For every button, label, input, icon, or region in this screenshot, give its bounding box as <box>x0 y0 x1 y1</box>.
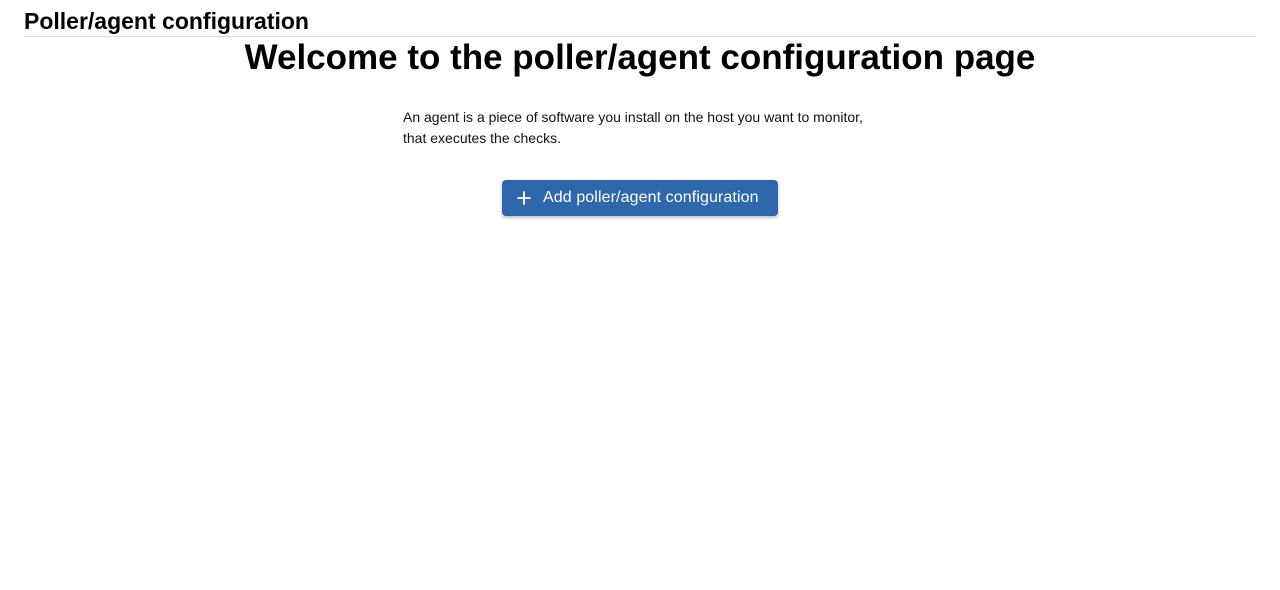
description-line-2: that executes the checks. <box>403 130 561 146</box>
plus-icon <box>516 190 532 206</box>
description-text: An agent is a piece of software you inst… <box>403 107 878 149</box>
page-header: Poller/agent configuration <box>24 0 1256 37</box>
description-line-1: An agent is a piece of software you inst… <box>403 109 863 125</box>
page: Poller/agent configuration Welcome to th… <box>0 0 1280 590</box>
page-title: Poller/agent configuration <box>24 8 309 34</box>
add-poller-agent-configuration-button[interactable]: Add poller/agent configuration <box>502 180 778 216</box>
welcome-title: Welcome to the poller/agent configuratio… <box>244 38 1036 77</box>
add-button-label: Add poller/agent configuration <box>543 189 759 206</box>
